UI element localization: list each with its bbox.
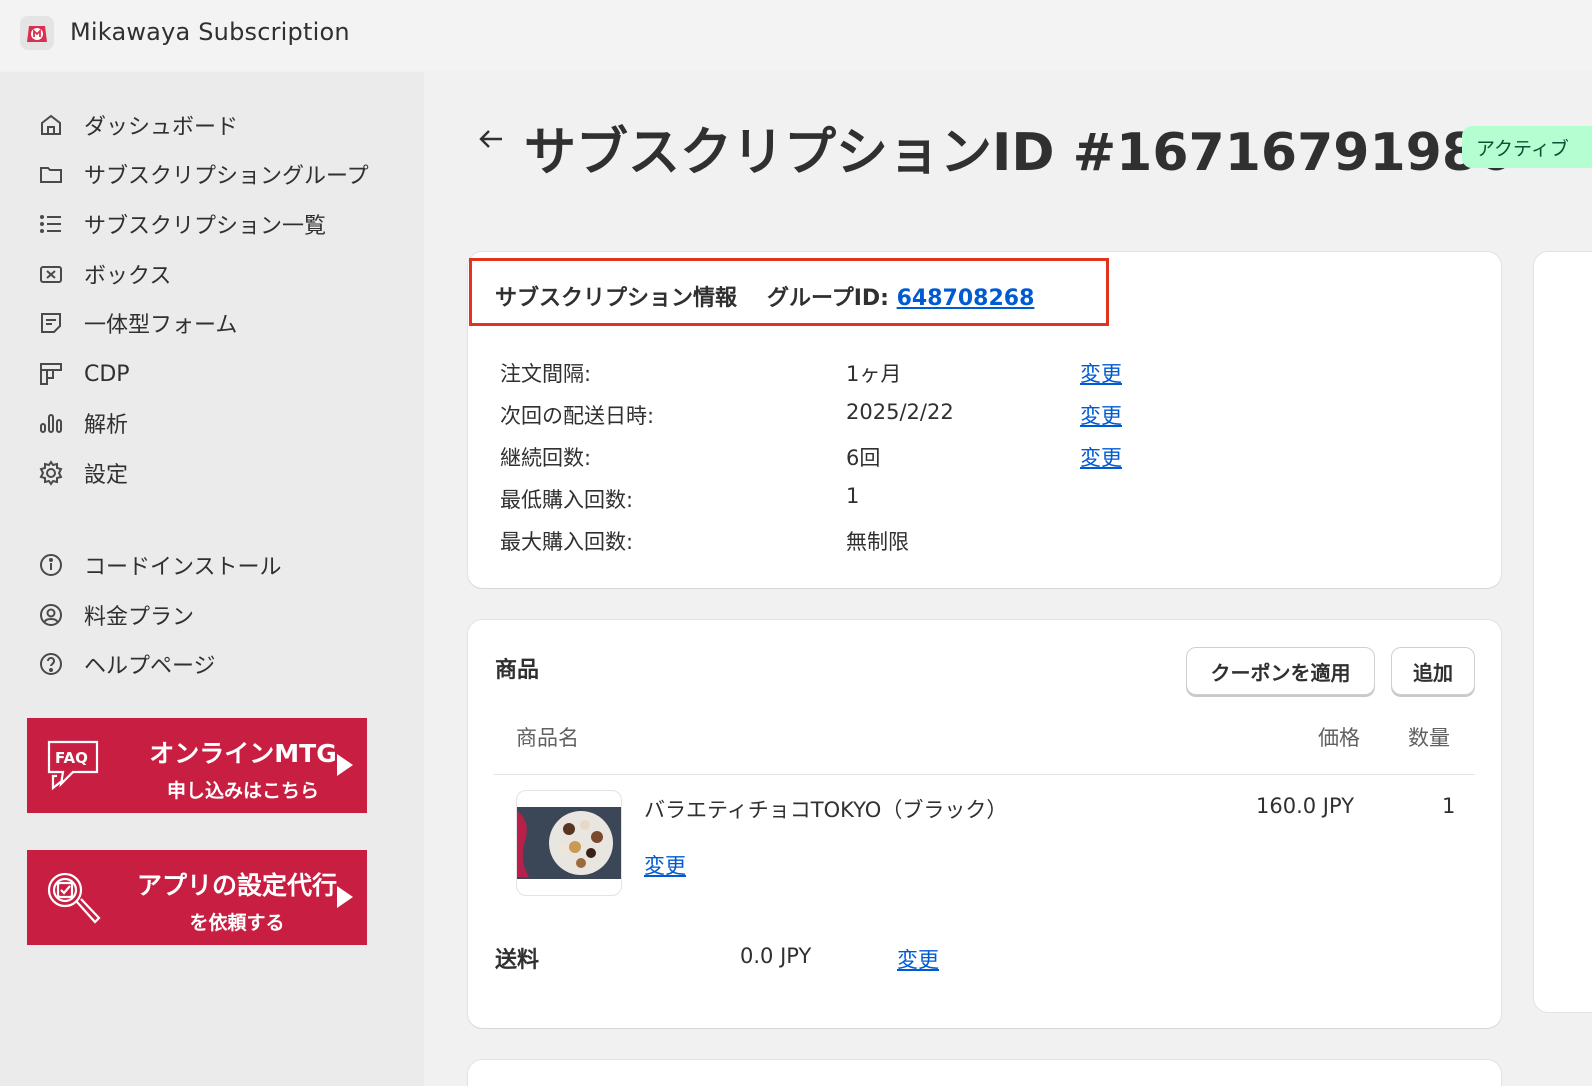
gear-icon [36, 458, 66, 488]
change-interval-link[interactable]: 変更 [1080, 358, 1122, 388]
app-title: Mikawaya Subscription [70, 18, 350, 46]
add-product-button[interactable]: 追加 [1391, 647, 1475, 695]
group-id-link[interactable]: 648708268 [897, 286, 1035, 311]
magnifier-check-icon [43, 868, 105, 926]
shipping-value: 0.0 JPY [740, 944, 812, 968]
list-icon [36, 209, 66, 239]
user-circle-icon [36, 600, 66, 630]
apply-coupon-button[interactable]: クーポンを適用 [1186, 647, 1375, 695]
info-title: サブスクリプション情報 [495, 286, 738, 311]
column-header-price: 価格 [1318, 726, 1360, 750]
side-card [1534, 252, 1592, 1012]
sidebar-item-subscription-groups[interactable]: サブスクリプショングループ [36, 156, 369, 192]
banner-text: アプリの設定代行 を依頼する [136, 871, 337, 934]
play-arrow-icon [337, 754, 353, 776]
group-id-label: グループID: [767, 286, 889, 311]
cdp-icon [36, 359, 66, 389]
sidebar-item-settings[interactable]: 設定 [36, 455, 128, 491]
sidebar-item-subscription-list[interactable]: サブスクリプション一覧 [36, 206, 326, 242]
form-icon [36, 308, 66, 338]
column-header-quantity: 数量 [1408, 726, 1450, 750]
sidebar-item-analytics[interactable]: 解析 [36, 405, 128, 441]
folder-icon [36, 159, 66, 189]
sidebar-item-dashboard[interactable]: ダッシュボード [36, 107, 238, 143]
product-thumbnail [516, 790, 622, 896]
sidebar-item-label: 解析 [84, 413, 129, 438]
home-icon [36, 110, 66, 140]
column-header-name: 商品名 [516, 726, 579, 750]
sidebar-item-label: 設定 [84, 463, 129, 488]
sidebar-item-label: コードインストール [84, 555, 282, 580]
sidebar-item-label: 料金プラン [84, 605, 195, 630]
change-delivery-date-link[interactable]: 変更 [1080, 400, 1122, 430]
change-product-link[interactable]: 変更 [644, 850, 686, 880]
sidebar-item-label: 一体型フォーム [84, 313, 238, 338]
table-divider [494, 774, 1475, 775]
sidebar-item-label: ヘルプページ [84, 654, 216, 679]
top-bar: Mikawaya Subscription [0, 0, 1592, 70]
box-icon [36, 259, 66, 289]
sidebar-item-pricing[interactable]: 料金プラン [36, 597, 194, 633]
online-mtg-banner[interactable]: FAQ オンラインMTG 申し込みはこちら [27, 718, 367, 813]
sidebar-item-cdp[interactable]: CDP [36, 356, 130, 392]
sidebar-item-form[interactable]: 一体型フォーム [36, 305, 237, 341]
sidebar-item-box[interactable]: ボックス [36, 256, 171, 292]
setup-service-banner[interactable]: アプリの設定代行 を依頼する [27, 850, 367, 945]
banner-text: オンラインMTG 申し込みはこちら [149, 739, 337, 802]
sidebar-item-label: ボックス [84, 264, 172, 289]
products-title: 商品 [495, 658, 540, 683]
change-count-link[interactable]: 変更 [1080, 442, 1122, 472]
page-title: サブスクリプションID #16716791980 [524, 123, 1515, 183]
sidebar-item-label: CDP [84, 361, 130, 387]
info-header: サブスクリプション情報 グループID: 648708268 [495, 280, 1034, 312]
chart-icon [36, 408, 66, 438]
product-quantity: 1 [1442, 794, 1456, 818]
sidebar-item-help[interactable]: ヘルプページ [36, 646, 216, 682]
play-arrow-icon [337, 886, 353, 908]
sidebar-item-code-install[interactable]: コードインストール [36, 547, 282, 583]
product-price: 160.0 JPY [1256, 794, 1355, 818]
change-shipping-link[interactable]: 変更 [897, 944, 939, 974]
sidebar-item-label: サブスクリプショングループ [84, 164, 369, 189]
info-icon [36, 550, 66, 580]
svg-text:FAQ: FAQ [55, 749, 88, 767]
back-arrow-icon[interactable] [476, 124, 506, 154]
app-logo-icon [20, 16, 54, 50]
sidebar-item-label: ダッシュボード [84, 115, 239, 140]
faq-chat-icon: FAQ [43, 736, 105, 794]
sidebar-item-label: サブスクリプション一覧 [84, 214, 327, 239]
product-name: バラエティチョコTOKYO（ブラック） [644, 798, 1008, 822]
next-card [468, 1060, 1501, 1086]
status-badge: アクティブ [1462, 126, 1592, 168]
shipping-label: 送料 [495, 948, 540, 973]
help-icon [36, 649, 66, 679]
